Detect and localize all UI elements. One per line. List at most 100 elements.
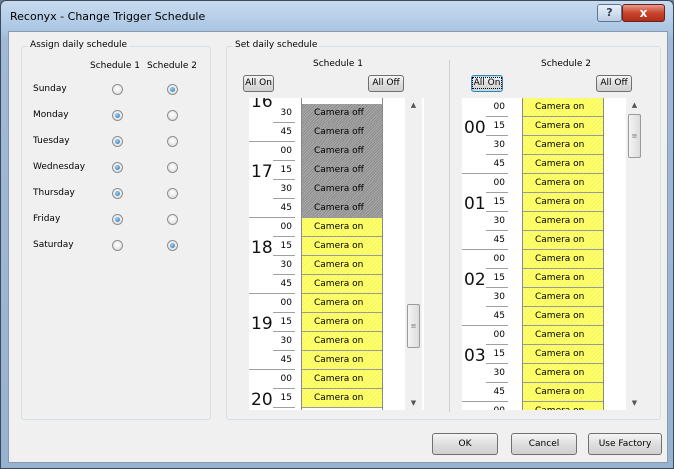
schedule-cell[interactable]: Camera on bbox=[523, 402, 603, 410]
time-minute-label: 45 bbox=[280, 355, 292, 365]
schedule-1-list[interactable]: 30 16 45 00 17 15 30 45 00 18 15 30 45 00 19 15 30 45 00 20… bbox=[249, 98, 424, 410]
schedule-cell[interactable]: Camera on bbox=[523, 231, 603, 250]
time-divider bbox=[273, 407, 295, 408]
schedule-1-radio[interactable] bbox=[112, 136, 123, 147]
schedule-cell[interactable]: Camera off bbox=[302, 104, 382, 123]
schedule-2-radio[interactable] bbox=[167, 188, 178, 199]
schedule-cell[interactable]: Camera off bbox=[302, 161, 382, 180]
time-minute-label: 30 bbox=[280, 184, 292, 194]
time-minute-label: 00 bbox=[486, 402, 508, 410]
schedule-cell[interactable]: Camera off bbox=[302, 199, 382, 218]
title-bar[interactable]: Reconyx - Change Trigger Schedule ? x bbox=[1, 1, 673, 31]
time-minute-label: 15 bbox=[493, 349, 505, 359]
time-minute-label: 45 bbox=[493, 311, 505, 321]
scroll-down-arrow-icon[interactable]: ▼ bbox=[626, 396, 643, 410]
time-minute-label: 00 bbox=[493, 254, 505, 264]
schedule-cell[interactable]: Camera on bbox=[523, 269, 603, 288]
schedule-cell[interactable]: Camera on bbox=[523, 155, 603, 174]
schedule-1-radio[interactable] bbox=[112, 162, 123, 173]
schedule-1-radio[interactable] bbox=[112, 240, 123, 251]
time-minute-label: 30 bbox=[493, 292, 505, 302]
schedule-cell[interactable]: Camera on bbox=[302, 218, 382, 237]
scroll-up-arrow-icon[interactable]: ▲ bbox=[626, 98, 643, 112]
schedule-2-radio[interactable] bbox=[167, 240, 178, 251]
schedule-cell[interactable]: Camera on bbox=[302, 275, 382, 294]
schedule-cell[interactable]: Camera off bbox=[302, 142, 382, 161]
schedule-cell[interactable]: Camera on bbox=[523, 288, 603, 307]
time-minute-label: 45 bbox=[493, 235, 505, 245]
schedule-2-scroll-thumb[interactable]: ≡ bbox=[628, 114, 641, 158]
time-hour-label: 18 bbox=[251, 238, 273, 258]
assign-col-schedule-2: Schedule 2 bbox=[147, 61, 197, 71]
time-minute-label: 30 bbox=[280, 336, 292, 346]
window-title: Reconyx - Change Trigger Schedule bbox=[10, 10, 206, 23]
time-hour-label: 02 bbox=[464, 270, 486, 290]
schedule-cell[interactable]: Camera on bbox=[523, 364, 603, 383]
schedule-cell[interactable]: Camera on bbox=[523, 307, 603, 326]
schedule-cell[interactable]: Camera on bbox=[523, 250, 603, 269]
schedule-cell[interactable]: Camera on bbox=[523, 326, 603, 345]
schedule-1-title: Schedule 1 bbox=[313, 59, 363, 69]
day-label: Friday bbox=[33, 214, 61, 224]
time-minute-label: 15 bbox=[493, 121, 505, 131]
schedule-cell[interactable]: Camera on bbox=[302, 313, 382, 332]
schedule-1-radio[interactable] bbox=[112, 188, 123, 199]
cancel-button[interactable]: Cancel bbox=[511, 433, 577, 455]
set-group-title: Set daily schedule bbox=[233, 40, 320, 50]
schedule-2-radio[interactable] bbox=[167, 162, 178, 173]
schedule-cell[interactable]: Camera on bbox=[302, 237, 382, 256]
schedule-2-scrollbar[interactable]: ▲ ≡ ▼ bbox=[626, 98, 643, 410]
schedule-2-radio[interactable] bbox=[167, 84, 178, 95]
schedule-cell[interactable]: Camera on bbox=[523, 136, 603, 155]
schedule-1-radio[interactable] bbox=[112, 214, 123, 225]
time-hour-label: 03 bbox=[464, 346, 486, 366]
schedule-cell[interactable]: Camera on bbox=[302, 370, 382, 389]
schedule-cell[interactable]: Camera on bbox=[523, 383, 603, 402]
schedule-cell[interactable]: Camera on bbox=[302, 256, 382, 275]
schedule-cell[interactable]: Camera on bbox=[523, 212, 603, 231]
schedule-1-scrollbar[interactable]: ▲ ≡ ▼ bbox=[405, 98, 422, 410]
schedule-cell[interactable]: Camera on bbox=[523, 98, 603, 117]
schedule-1-radio[interactable] bbox=[112, 110, 123, 121]
help-button[interactable]: ? bbox=[597, 4, 622, 22]
ok-button[interactable]: OK bbox=[432, 433, 498, 455]
time-minute-label: 30 bbox=[493, 216, 505, 226]
schedule-cell[interactable]: Camera on bbox=[523, 117, 603, 136]
time-minute-label: 45 bbox=[493, 159, 505, 169]
schedule-cell[interactable]: Camera off bbox=[302, 123, 382, 142]
schedule-1-scroll-thumb[interactable]: ≡ bbox=[407, 304, 420, 348]
schedule-2-radio[interactable] bbox=[167, 136, 178, 147]
schedule-2-all-on-button[interactable]: All On bbox=[471, 75, 503, 92]
use-factory-button[interactable]: Use Factory bbox=[588, 433, 662, 455]
time-minute-label: 15 bbox=[493, 273, 505, 283]
schedule-2-radio[interactable] bbox=[167, 110, 178, 121]
schedule-2-list[interactable]: 00 00 15 30 45 00 01 15 30 45 00 02 15 30 45 00 03 15 30 45… bbox=[462, 98, 643, 410]
schedule-cell[interactable]: Camera on bbox=[523, 174, 603, 193]
schedule-cell[interactable]: Camera on bbox=[302, 294, 382, 313]
scroll-up-arrow-icon[interactable]: ▲ bbox=[405, 98, 422, 112]
schedule-cell[interactable]: Camera on bbox=[523, 193, 603, 212]
time-hour-label: 17 bbox=[251, 162, 273, 182]
time-minute-label: 00 bbox=[280, 298, 292, 308]
time-minute-label: 30 bbox=[280, 108, 292, 118]
schedule-1-radio[interactable] bbox=[112, 84, 123, 95]
time-minute-label: 45 bbox=[493, 387, 505, 397]
schedule-1-all-off-button[interactable]: All Off bbox=[368, 75, 404, 92]
time-minute-label: 15 bbox=[280, 317, 292, 327]
time-hour-label: 00 bbox=[464, 118, 486, 138]
schedule-cell[interactable]: Camera on bbox=[302, 332, 382, 351]
schedule-2-all-off-button[interactable]: All Off bbox=[596, 75, 632, 92]
time-minute-label: 15 bbox=[493, 197, 505, 207]
time-hour-label: 16 bbox=[251, 98, 273, 112]
schedule-2-radio[interactable] bbox=[167, 214, 178, 225]
time-minute-label: 00 bbox=[493, 330, 505, 340]
schedule-cell[interactable]: Camera on bbox=[302, 389, 382, 408]
scroll-down-arrow-icon[interactable]: ▼ bbox=[405, 396, 422, 410]
time-minute-label: 30 bbox=[493, 368, 505, 378]
schedule-cell[interactable]: Camera off bbox=[302, 180, 382, 199]
schedule-1-all-on-button[interactable]: All On bbox=[243, 75, 274, 92]
close-button[interactable]: x bbox=[622, 4, 665, 22]
schedule-separator bbox=[449, 60, 450, 412]
schedule-cell[interactable]: Camera on bbox=[302, 351, 382, 370]
schedule-cell[interactable]: Camera on bbox=[523, 345, 603, 364]
